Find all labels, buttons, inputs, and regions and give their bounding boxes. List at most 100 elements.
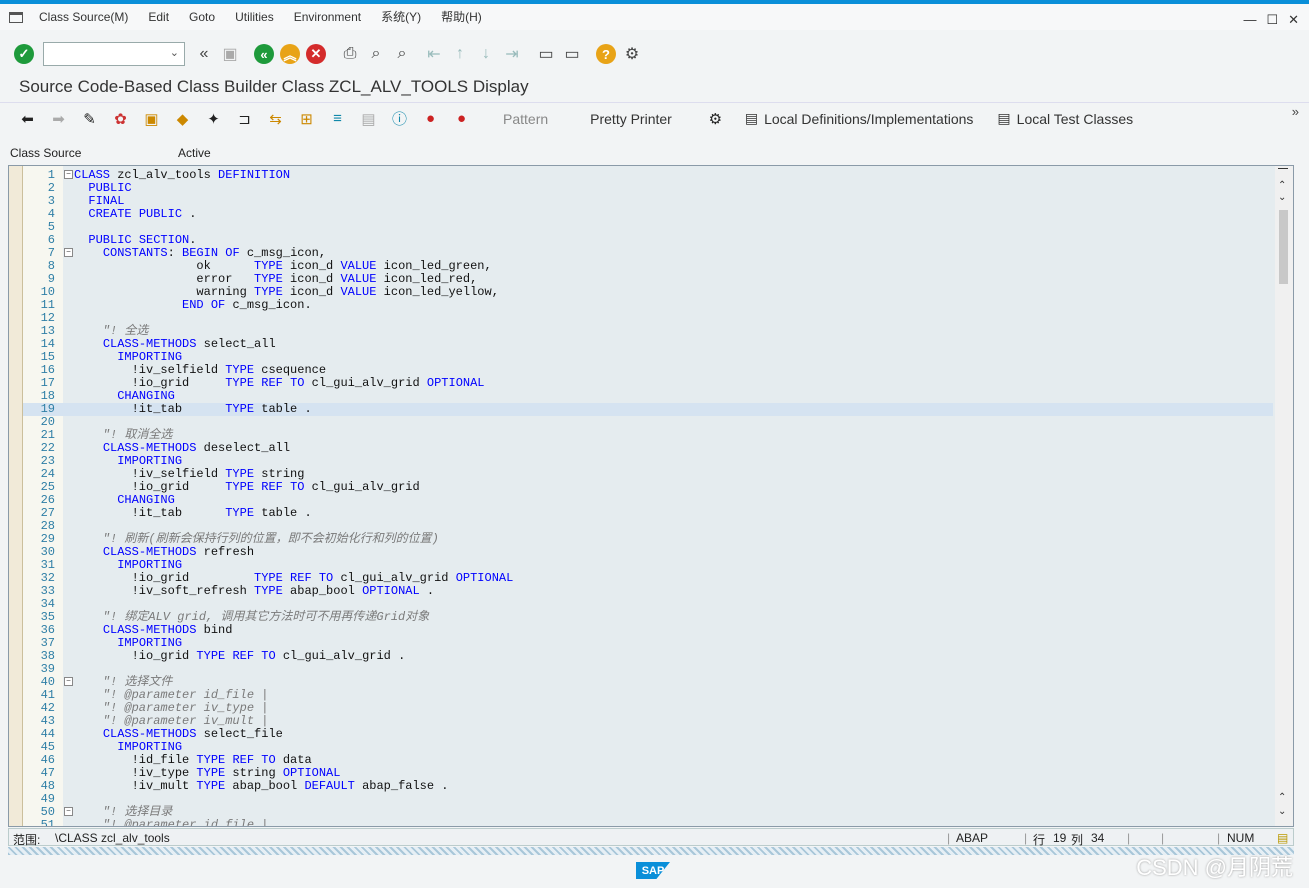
code-line[interactable]: 12 bbox=[23, 312, 1273, 325]
code-line[interactable]: 4 CREATE PUBLIC . bbox=[23, 208, 1273, 221]
code-line[interactable]: 19 !it_tab TYPE table . bbox=[23, 403, 1273, 416]
local-test-classes-button[interactable]: ▤ Local Test Classes bbox=[989, 110, 1141, 127]
fold-toggle-icon[interactable]: − bbox=[64, 170, 73, 179]
enter-icon[interactable]: ✓ bbox=[11, 41, 37, 67]
code-line[interactable]: 20 bbox=[23, 416, 1273, 429]
code-line[interactable]: 11 END OF c_msg_icon. bbox=[23, 299, 1273, 312]
scroll-up-icon[interactable]: ⌃ bbox=[1278, 180, 1286, 191]
code-line[interactable]: 36 CLASS-METHODS bind bbox=[23, 624, 1273, 637]
layout-icon[interactable]: ≡ bbox=[322, 105, 353, 133]
menu-goto[interactable]: Goto bbox=[179, 4, 225, 30]
local-definitions-label: Local Definitions/Implementations bbox=[764, 110, 974, 127]
application-toolbar: ⬅ ➡ ✎ ✿ ▣ ◆ ✦ ⊐ ⇆ ⊞ ≡ ▤ ⓘ ● ● Pattern Pr… bbox=[0, 102, 1309, 134]
pattern-button[interactable]: Pattern bbox=[495, 111, 556, 127]
code-line[interactable]: 3 FINAL bbox=[23, 195, 1273, 208]
breakpoint-icon[interactable]: ● bbox=[415, 105, 446, 133]
help-icon[interactable]: ? bbox=[593, 41, 619, 67]
code-line[interactable]: 25 !io_grid TYPE REF TO cl_gui_alv_grid bbox=[23, 481, 1273, 494]
next-page-icon[interactable]: ↓ bbox=[473, 41, 499, 67]
menu-system[interactable]: 系统(Y) bbox=[371, 4, 431, 30]
back-double-icon[interactable]: « bbox=[191, 41, 217, 67]
menu-utilities[interactable]: Utilities bbox=[225, 4, 284, 30]
chevron-down-icon[interactable]: ⌄ bbox=[170, 46, 179, 59]
code-line[interactable]: 2 PUBLIC bbox=[23, 182, 1273, 195]
code-text: !io_grid TYPE REF TO cl_gui_alv_grid . bbox=[74, 649, 406, 663]
save-icon[interactable]: ▣ bbox=[217, 41, 243, 67]
code-line[interactable]: 33 !iv_soft_refresh TYPE abap_bool OPTIO… bbox=[23, 585, 1273, 598]
menu-window-icon[interactable] bbox=[9, 11, 23, 23]
menu-class-source[interactable]: Class Source(M) bbox=[29, 4, 138, 30]
info-icon[interactable]: ⓘ bbox=[384, 105, 415, 133]
footer-stripe bbox=[8, 847, 1294, 855]
num-lock-indicator: NUM bbox=[1227, 831, 1255, 845]
where-used-icon[interactable]: ✦ bbox=[198, 105, 229, 133]
local-definitions-button[interactable]: ▤ Local Definitions/Implementations bbox=[737, 110, 982, 127]
scroll-top-icon[interactable]: ⎺ bbox=[1278, 168, 1288, 179]
settings-icon[interactable]: ⚙ bbox=[619, 41, 645, 67]
code-line[interactable]: 30 CLASS-METHODS refresh bbox=[23, 546, 1273, 559]
exit-icon[interactable]: ︽ bbox=[277, 41, 303, 67]
close-icon[interactable]: ✕ bbox=[1288, 12, 1299, 28]
scroll-thumb[interactable] bbox=[1279, 210, 1288, 284]
check-icon[interactable]: ✿ bbox=[105, 105, 136, 133]
row-label: 行 bbox=[1033, 833, 1046, 847]
code-editor[interactable]: 1− CLASS zcl_alv_tools DEFINITION 2 PUBLIC… bbox=[8, 165, 1294, 827]
back-icon[interactable]: « bbox=[251, 41, 277, 67]
menu-environment[interactable]: Environment bbox=[284, 4, 371, 30]
last-page-icon[interactable]: ⇥ bbox=[499, 41, 525, 67]
code-text: !it_tab TYPE table . bbox=[74, 402, 312, 416]
object-list-icon[interactable]: ⊐ bbox=[229, 105, 260, 133]
code-line[interactable]: 49 bbox=[23, 793, 1273, 806]
scroll-up-bottom-icon[interactable]: ⌃ bbox=[1278, 792, 1286, 803]
code-line[interactable]: 5 bbox=[23, 221, 1273, 234]
menu-bar: Class Source(M) Edit Goto Utilities Envi… bbox=[0, 4, 1309, 30]
menu-edit[interactable]: Edit bbox=[138, 4, 179, 30]
status-message-icon[interactable]: ▤ bbox=[1277, 831, 1288, 845]
scroll-end-icon[interactable]: ⌄ bbox=[1278, 806, 1286, 817]
prev-page-icon[interactable]: ↑ bbox=[447, 41, 473, 67]
code-line[interactable]: 22 CLASS-METHODS deselect_all bbox=[23, 442, 1273, 455]
print-icon[interactable]: ⎙ bbox=[337, 41, 363, 67]
code-line[interactable]: 44 CLASS-METHODS select_file bbox=[23, 728, 1273, 741]
find-next-icon[interactable]: ⌕ bbox=[389, 41, 415, 67]
hierarchy-icon[interactable]: ⊞ bbox=[291, 105, 322, 133]
code-line[interactable]: 27 !it_tab TYPE table . bbox=[23, 507, 1273, 520]
table-icon[interactable]: ▤ bbox=[353, 105, 384, 133]
enhance-icon[interactable]: ⚙ bbox=[700, 105, 731, 133]
menu-help[interactable]: 帮助(H) bbox=[431, 4, 492, 30]
activate-icon[interactable]: ▣ bbox=[136, 105, 167, 133]
code-line[interactable]: 51 "! @parameter id_file | bbox=[23, 819, 1273, 827]
window-controls: — ☐ ✕ bbox=[1243, 12, 1299, 28]
code-line[interactable]: 17 !io_grid TYPE REF TO cl_gui_alv_grid … bbox=[23, 377, 1273, 390]
code-line[interactable]: 38 !io_grid TYPE REF TO cl_gui_alv_grid … bbox=[23, 650, 1273, 663]
page-title: Source Code-Based Class Builder Class ZC… bbox=[19, 77, 529, 96]
arrow-left-icon[interactable]: ⬅ bbox=[12, 105, 43, 133]
editor-gutter bbox=[9, 166, 23, 826]
vertical-scrollbar[interactable]: ⎺ ⌃ ⌄ ⌃ ⌄ bbox=[1275, 166, 1293, 826]
external-breakpoint-icon[interactable]: ● bbox=[446, 105, 477, 133]
command-field[interactable]: ⌄ bbox=[43, 42, 185, 66]
fold-toggle-icon[interactable]: − bbox=[64, 677, 73, 686]
code-line[interactable]: 48 !iv_mult TYPE abap_bool DEFAULT abap_… bbox=[23, 780, 1273, 793]
find-icon[interactable]: ⌕ bbox=[363, 41, 389, 67]
code-line[interactable]: 39 bbox=[23, 663, 1273, 676]
code-line[interactable]: 1− CLASS zcl_alv_tools DEFINITION bbox=[23, 169, 1273, 182]
scroll-down-icon[interactable]: ⌄ bbox=[1278, 192, 1286, 203]
display-change-icon[interactable]: ✎ bbox=[74, 105, 105, 133]
navigation-window-icon[interactable]: ⇆ bbox=[260, 105, 291, 133]
code-lines[interactable]: 1− CLASS zcl_alv_tools DEFINITION 2 PUBLIC… bbox=[23, 169, 1273, 827]
more-functions-icon[interactable]: » bbox=[1292, 104, 1299, 119]
document-icon: ▤ bbox=[744, 110, 759, 126]
code-line[interactable]: 14 CLASS-METHODS select_all bbox=[23, 338, 1273, 351]
pretty-printer-button[interactable]: Pretty Printer bbox=[582, 111, 680, 127]
shortcut-icon[interactable]: ▭ bbox=[559, 41, 585, 67]
first-page-icon[interactable]: ⇤ bbox=[421, 41, 447, 67]
fold-toggle-icon[interactable]: − bbox=[64, 248, 73, 257]
minimize-icon[interactable]: — bbox=[1243, 12, 1256, 28]
arrow-right-icon[interactable]: ➡ bbox=[43, 105, 74, 133]
new-session-icon[interactable]: ▭ bbox=[533, 41, 559, 67]
test-icon[interactable]: ◆ bbox=[167, 105, 198, 133]
cancel-icon[interactable]: ✕ bbox=[303, 41, 329, 67]
fold-toggle-icon[interactable]: − bbox=[64, 807, 73, 816]
maximize-icon[interactable]: ☐ bbox=[1266, 12, 1278, 28]
